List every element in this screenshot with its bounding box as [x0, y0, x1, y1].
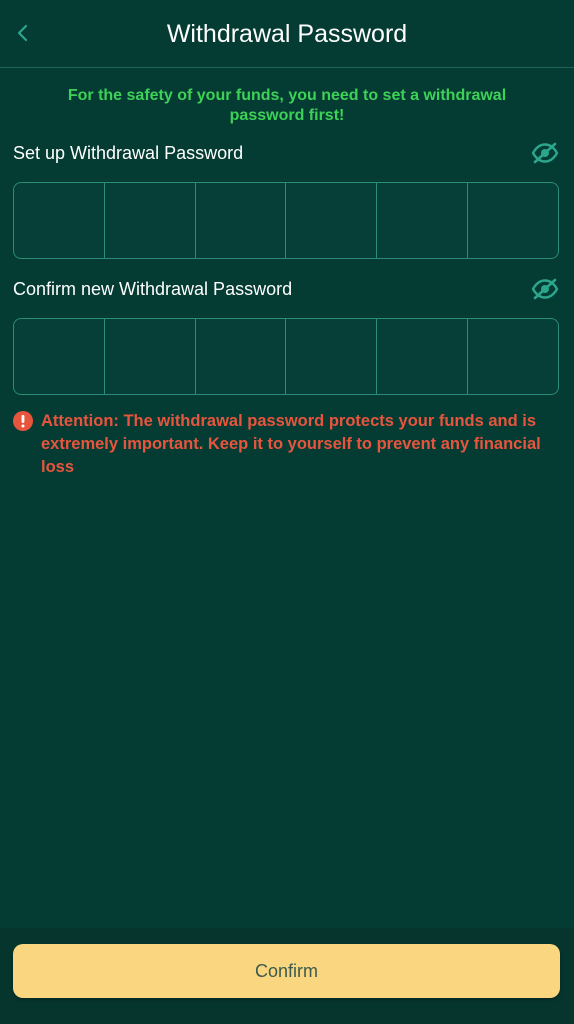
- setup-digit-3[interactable]: [196, 183, 287, 258]
- setup-digit-1[interactable]: [14, 183, 105, 258]
- eye-off-icon: [531, 142, 559, 164]
- safety-notice: For the safety of your funds, you need t…: [67, 87, 507, 124]
- setup-digit-2[interactable]: [105, 183, 196, 258]
- confirm-password-label: Confirm new Withdrawal Password: [13, 279, 293, 299]
- header-bar: Withdrawal Password: [0, 0, 574, 68]
- attention-warning: Attention: The withdrawal password prote…: [13, 410, 563, 479]
- confirm-digit-1[interactable]: [14, 319, 105, 394]
- setup-visibility-toggle[interactable]: [530, 140, 560, 166]
- exclamation-circle-icon: [13, 411, 33, 431]
- page-title: Withdrawal Password: [166, 20, 408, 48]
- setup-digit-5[interactable]: [377, 183, 469, 258]
- confirm-password-input[interactable]: [13, 318, 559, 395]
- confirm-visibility-toggle[interactable]: [530, 276, 560, 302]
- confirm-button[interactable]: Confirm: [13, 944, 560, 998]
- back-button[interactable]: [8, 18, 38, 48]
- setup-digit-6[interactable]: [468, 183, 558, 258]
- confirm-digit-5[interactable]: [377, 319, 469, 394]
- attention-text: Attention: The withdrawal password prote…: [41, 412, 541, 476]
- confirm-digit-4[interactable]: [286, 319, 378, 394]
- setup-digit-4[interactable]: [286, 183, 378, 258]
- confirm-digit-6[interactable]: [468, 319, 558, 394]
- footer-bar: Confirm: [0, 928, 574, 1024]
- confirm-digit-2[interactable]: [105, 319, 196, 394]
- eye-off-icon: [531, 278, 559, 300]
- confirm-digit-3[interactable]: [196, 319, 287, 394]
- setup-password-input[interactable]: [13, 182, 559, 259]
- setup-password-label: Set up Withdrawal Password: [13, 143, 244, 163]
- chevron-left-icon: [17, 24, 28, 42]
